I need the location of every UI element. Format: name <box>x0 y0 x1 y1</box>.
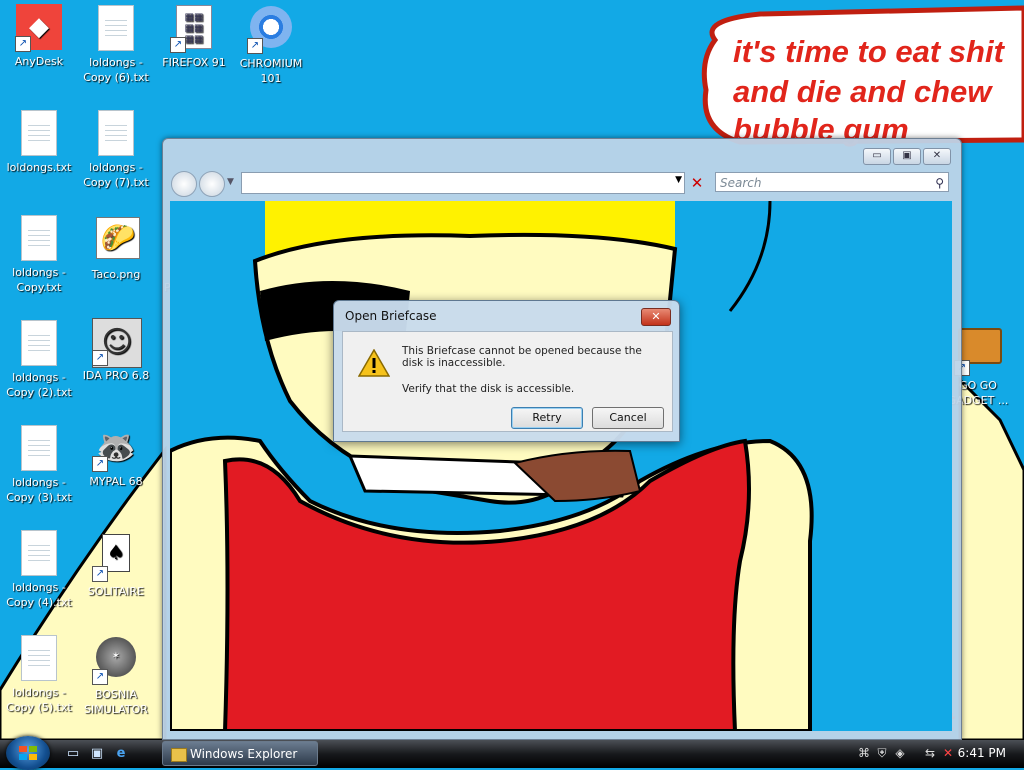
desktop-icon-doc[interactable]: loldongs - Copy (7).txt <box>78 108 154 190</box>
desktop-icon-label: loldongs - Copy (4).txt <box>6 581 72 609</box>
desktop-icon-doc[interactable]: loldongs - Copy (6).txt <box>78 3 154 85</box>
desktop-icon-ida[interactable]: ☺ ↗ IDA PRO 6.8 <box>78 318 154 383</box>
shortcut-arrow-icon: ↗ <box>247 38 263 54</box>
taskbar-item-label: Windows Explorer <box>190 747 298 761</box>
doc-icon <box>15 215 63 263</box>
recent-pages-arrow-icon[interactable]: ▼ <box>227 177 234 187</box>
warning-icon <box>358 349 390 377</box>
search-placeholder: Search <box>720 176 762 190</box>
clock: 6:41 PM <box>957 746 1006 760</box>
search-box[interactable]: Search ⚲ <box>715 172 949 192</box>
desktop-icon-doc[interactable]: loldongs.txt <box>1 108 77 175</box>
internet-explorer-icon[interactable]: e <box>112 746 130 762</box>
address-bar[interactable]: ▼ <box>241 172 685 194</box>
shortcut-arrow-icon: ↗ <box>92 669 108 685</box>
desktop-icon-taco[interactable]: 🌮 Taco.png <box>78 213 154 282</box>
address-dropdown-icon[interactable]: ▼ <box>675 175 682 185</box>
desktop-icon-chromium[interactable]: ↗ CHROMIUM 101 <box>233 3 309 86</box>
folder-icon <box>171 748 187 762</box>
desktop-icon-label: MYPAL 68 <box>89 475 143 488</box>
desktop-icon-label: loldongs.txt <box>6 161 72 174</box>
forward-button[interactable] <box>199 171 225 197</box>
desktop-icon-label: IDA PRO 6.8 <box>82 369 150 382</box>
dialog-message-secondary: Verify that the disk is accessible. <box>402 383 575 395</box>
close-window-button[interactable]: ✕ <box>923 148 951 165</box>
open-briefcase-dialog[interactable]: Open Briefcase ✕ This Briefcase cannot b… <box>333 300 680 442</box>
solitaire-icon: ♠ ↗ <box>92 534 140 582</box>
desktop-icon-anydesk[interactable]: ◆ ↗ AnyDesk <box>1 3 77 69</box>
desktop-icon-label: loldongs - Copy (2).txt <box>6 371 72 399</box>
dialog-body: This Briefcase cannot be opened because … <box>342 331 673 432</box>
desktop-icon-label: CHROMIUM 101 <box>239 57 303 85</box>
doc-icon <box>15 425 63 473</box>
desktop-icon-label: AnyDesk <box>14 55 64 68</box>
start-button[interactable] <box>6 736 50 770</box>
back-button[interactable] <box>171 171 197 197</box>
desktop-icon-doc[interactable]: loldongs - Copy (5).txt <box>1 633 77 715</box>
desktop-icon-doc[interactable]: loldongs - Copy (3).txt <box>1 423 77 505</box>
dialog-close-button[interactable]: ✕ <box>641 308 671 326</box>
minimize-button[interactable]: ▭ <box>863 148 891 165</box>
shortcut-arrow-icon: ↗ <box>92 566 108 582</box>
dialog-title: Open Briefcase <box>345 309 437 323</box>
desktop-icon-label: loldongs - Copy (7).txt <box>83 161 149 189</box>
desktop-icon-label: SOLITAIRE <box>87 585 145 598</box>
desktop-icon-label: loldongs - Copy.txt <box>12 266 66 294</box>
desktop-icon-label: Taco.png <box>91 268 141 281</box>
taskbar-windows-explorer[interactable]: Windows Explorer <box>162 741 318 766</box>
desktop-icon-doc[interactable]: loldongs - Copy (2).txt <box>1 318 77 400</box>
doc-icon <box>15 530 63 578</box>
shortcut-arrow-icon: ↗ <box>92 350 108 366</box>
desktop-icon-label: BOSNIA SIMULATOR <box>84 688 148 716</box>
doc-icon <box>92 5 140 53</box>
speech-line-1: it's time to eat shit <box>733 34 1006 69</box>
desktop-icon-label: FIREFOX 91 <box>162 56 226 69</box>
desktop-icon-doc[interactable]: loldongs - Copy.txt <box>1 213 77 295</box>
network-icon[interactable]: ⌘ <box>856 745 872 761</box>
mine-icon: ✶ ↗ <box>92 637 140 685</box>
mypal-icon: 🦝 ↗ <box>92 424 140 472</box>
desktop-icon-label: loldongs - Copy (6).txt <box>83 56 149 84</box>
ida-icon: ☺ ↗ <box>92 318 142 368</box>
doc-icon <box>92 110 140 158</box>
stop-icon[interactable]: ✕ <box>687 173 707 193</box>
maximize-button[interactable]: ▣ <box>893 148 921 165</box>
system-tray: ⌘ ⛨ ◈ ⇆ ✕ 6:41 PM <box>856 743 1020 765</box>
volume-muted-icon[interactable]: ✕ <box>940 745 956 761</box>
switch-windows-icon[interactable]: ▣ <box>88 746 106 762</box>
desktop-icon-mine[interactable]: ✶ ↗ BOSNIA SIMULATOR <box>78 633 154 717</box>
shortcut-arrow-icon: ↗ <box>170 37 186 53</box>
shortcut-arrow-icon: ↗ <box>15 36 31 52</box>
navigation-buttons: ▼ <box>171 171 235 197</box>
search-icon[interactable]: ⚲ <box>935 173 944 193</box>
show-desktop-icon[interactable]: ▭ <box>64 746 82 762</box>
doc-icon <box>15 635 63 683</box>
explorer-content-wallpaper <box>170 201 952 731</box>
cancel-button[interactable]: Cancel <box>592 407 664 429</box>
dialog-message-primary: This Briefcase cannot be opened because … <box>402 345 642 369</box>
desktop-icon-firefox[interactable]: ▦▦ ▦▦ ▦▦ ↗ FIREFOX 91 <box>156 3 232 70</box>
desktop-icon-doc[interactable]: loldongs - Copy (4).txt <box>1 528 77 610</box>
wallpaper-figure <box>170 201 952 731</box>
windows-logo-icon <box>19 746 37 760</box>
firefox-icon: ▦▦ ▦▦ ▦▦ ↗ <box>170 5 218 53</box>
doc-icon <box>15 110 63 158</box>
security-shield-icon[interactable]: ⛨ <box>874 745 890 761</box>
speech-line-2: and die and chew <box>733 74 993 109</box>
desktop-icon-label: loldongs - Copy (3).txt <box>6 476 72 504</box>
desktop-icon-solitaire[interactable]: ♠ ↗ SOLITAIRE <box>78 528 154 599</box>
tray-app-icon[interactable]: ◈ <box>892 745 908 761</box>
desktop-icon-mypal[interactable]: 🦝 ↗ MYPAL 68 <box>78 423 154 489</box>
doc-icon <box>15 320 63 368</box>
network-connection-icon[interactable]: ⇆ <box>922 745 938 761</box>
taskbar: ▭ ▣ e Windows Explorer ⌘ ⛨ ◈ ⇆ ✕ 6:41 PM <box>0 736 1024 770</box>
anydesk-icon: ◆ ↗ <box>15 4 63 52</box>
retry-button[interactable]: Retry <box>511 407 583 429</box>
taco-icon: 🌮 <box>92 217 140 265</box>
shortcut-arrow-icon: ↗ <box>92 456 108 472</box>
chromium-icon: ↗ <box>247 6 295 54</box>
desktop-icon-label: loldongs - Copy (5).txt <box>6 686 72 714</box>
